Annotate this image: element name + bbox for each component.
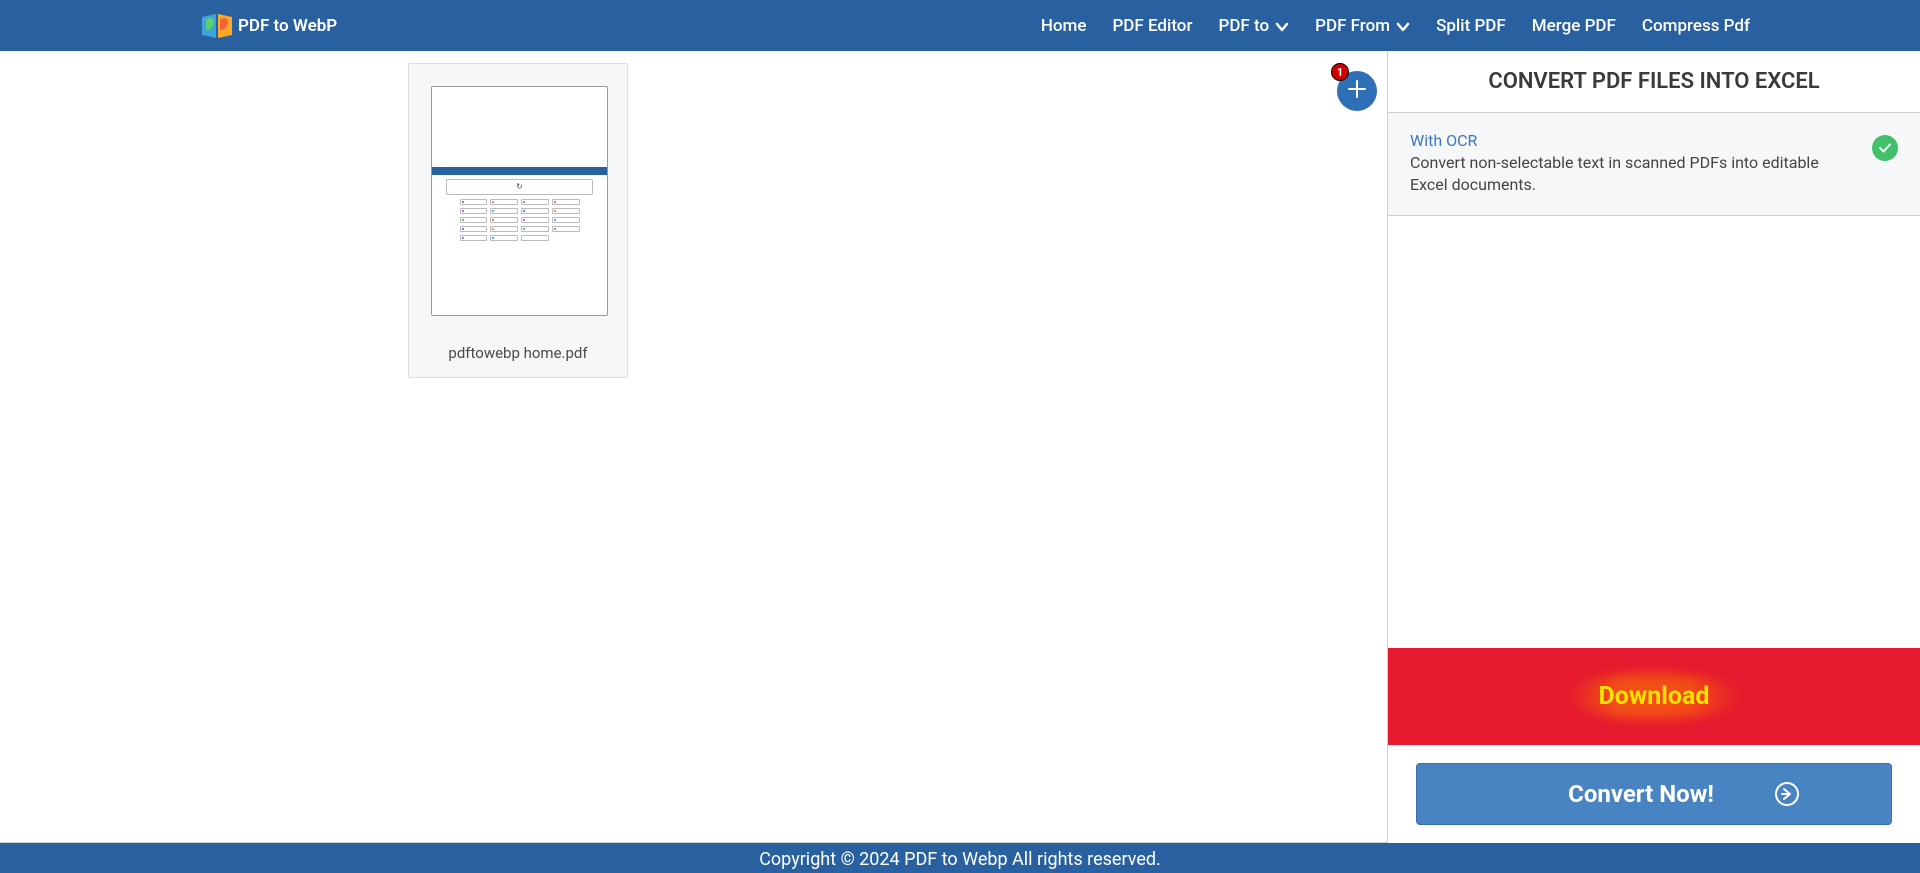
work-area: ↻ pdftowebp home.pdf 1 (0, 51, 1388, 843)
logo[interactable]: PDF to WebP (200, 12, 337, 40)
ocr-label: With OCR (1410, 131, 1854, 150)
footer: Copyright © 2024 PDF to Webp All rights … (0, 843, 1920, 873)
nav-merge-pdf[interactable]: Merge PDF (1532, 16, 1616, 36)
convert-label: Convert Now! (1568, 780, 1714, 808)
ocr-option[interactable]: With OCR Convert non-selectable text in … (1388, 112, 1920, 216)
file-name-label: pdftowebp home.pdf (431, 344, 605, 362)
convert-now-button[interactable]: Convert Now! (1416, 763, 1892, 825)
ocr-description: Convert non-selectable text in scanned P… (1410, 152, 1854, 197)
logo-icon (200, 12, 234, 40)
chevron-down-icon (1396, 19, 1410, 33)
chevron-down-icon (1275, 19, 1289, 33)
footer-text: Copyright © 2024 PDF to Webp All rights … (759, 849, 1161, 870)
nav-compress-pdf[interactable]: Compress Pdf (1642, 16, 1750, 36)
download-label: Download (1599, 682, 1710, 711)
add-file-button[interactable]: 1 (1337, 71, 1377, 111)
plus-icon (1346, 78, 1368, 104)
nav-pdf-to[interactable]: PDF to (1218, 16, 1289, 36)
check-icon (1872, 135, 1898, 161)
pdf-thumbnail: ↻ (431, 86, 608, 316)
nav-pdf-editor[interactable]: PDF Editor (1112, 16, 1192, 36)
nav-split-pdf[interactable]: Split PDF (1436, 16, 1506, 36)
nav-pdf-from[interactable]: PDF From (1315, 16, 1410, 36)
arrow-right-circle-icon (1774, 781, 1800, 807)
download-button[interactable]: Download (1388, 648, 1920, 745)
file-card[interactable]: ↻ pdftowebp home.pdf (408, 63, 628, 378)
sidebar: CONVERT PDF FILES INTO EXCEL With OCR Co… (1388, 51, 1920, 843)
logo-text: PDF to WebP (238, 16, 337, 36)
file-count-badge: 1 (1331, 63, 1349, 81)
nav-home[interactable]: Home (1041, 16, 1087, 36)
sidebar-title: CONVERT PDF FILES INTO EXCEL (1388, 51, 1920, 112)
